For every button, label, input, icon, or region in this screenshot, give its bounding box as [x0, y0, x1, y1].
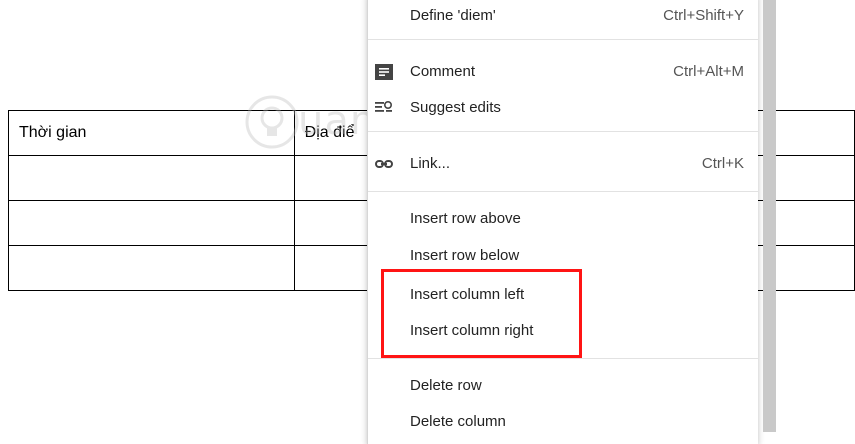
menu-item-label: Define 'diem' — [410, 7, 496, 24]
menu-item-label: Delete row — [410, 377, 482, 394]
context-menu: Define 'diem' Ctrl+Shift+Y Comment Ctrl+… — [367, 0, 758, 444]
menu-item-comment[interactable]: Comment Ctrl+Alt+M — [368, 55, 758, 89]
menu-item-link[interactable]: Link... Ctrl+K — [368, 147, 758, 181]
menu-divider — [368, 191, 758, 192]
table-cell[interactable] — [8, 245, 295, 291]
menu-item-delete-row[interactable]: Delete row — [368, 369, 758, 403]
table-cell[interactable] — [8, 155, 295, 201]
menu-item-suggest-edits[interactable]: Suggest edits — [368, 91, 758, 125]
menu-divider — [368, 358, 758, 359]
menu-item-shortcut: Ctrl+Shift+Y — [663, 7, 744, 24]
table-header-cell[interactable]: Thời gian — [8, 110, 295, 156]
menu-item-insert-row-below[interactable]: Insert row below — [368, 239, 758, 273]
menu-item-shortcut: Ctrl+K — [701, 155, 744, 172]
table-header-cell-text: Địa điể — [304, 124, 355, 141]
menu-divider — [368, 131, 758, 132]
menu-item-label: Delete column — [410, 413, 506, 430]
highlight-box — [381, 269, 582, 358]
menu-item-label: Insert row below — [410, 247, 520, 264]
comment-icon — [375, 64, 393, 80]
menu-item-shortcut: Ctrl+Alt+M — [673, 63, 744, 80]
link-icon — [375, 160, 393, 168]
menu-item-define[interactable]: Define 'diem' Ctrl+Shift+Y — [368, 0, 758, 33]
menu-item-label: Suggest edits — [410, 99, 501, 116]
menu-item-label: Link... — [410, 155, 451, 172]
menu-divider — [368, 39, 758, 40]
menu-item-label: Comment — [410, 63, 476, 80]
menu-scrollbar[interactable] — [763, 0, 776, 432]
suggest-edits-icon — [375, 100, 393, 112]
table-cell[interactable] — [8, 200, 295, 246]
menu-item-delete-column[interactable]: Delete column — [368, 405, 758, 439]
menu-item-insert-row-above[interactable]: Insert row above — [368, 202, 758, 236]
menu-item-label: Insert row above — [410, 210, 521, 227]
